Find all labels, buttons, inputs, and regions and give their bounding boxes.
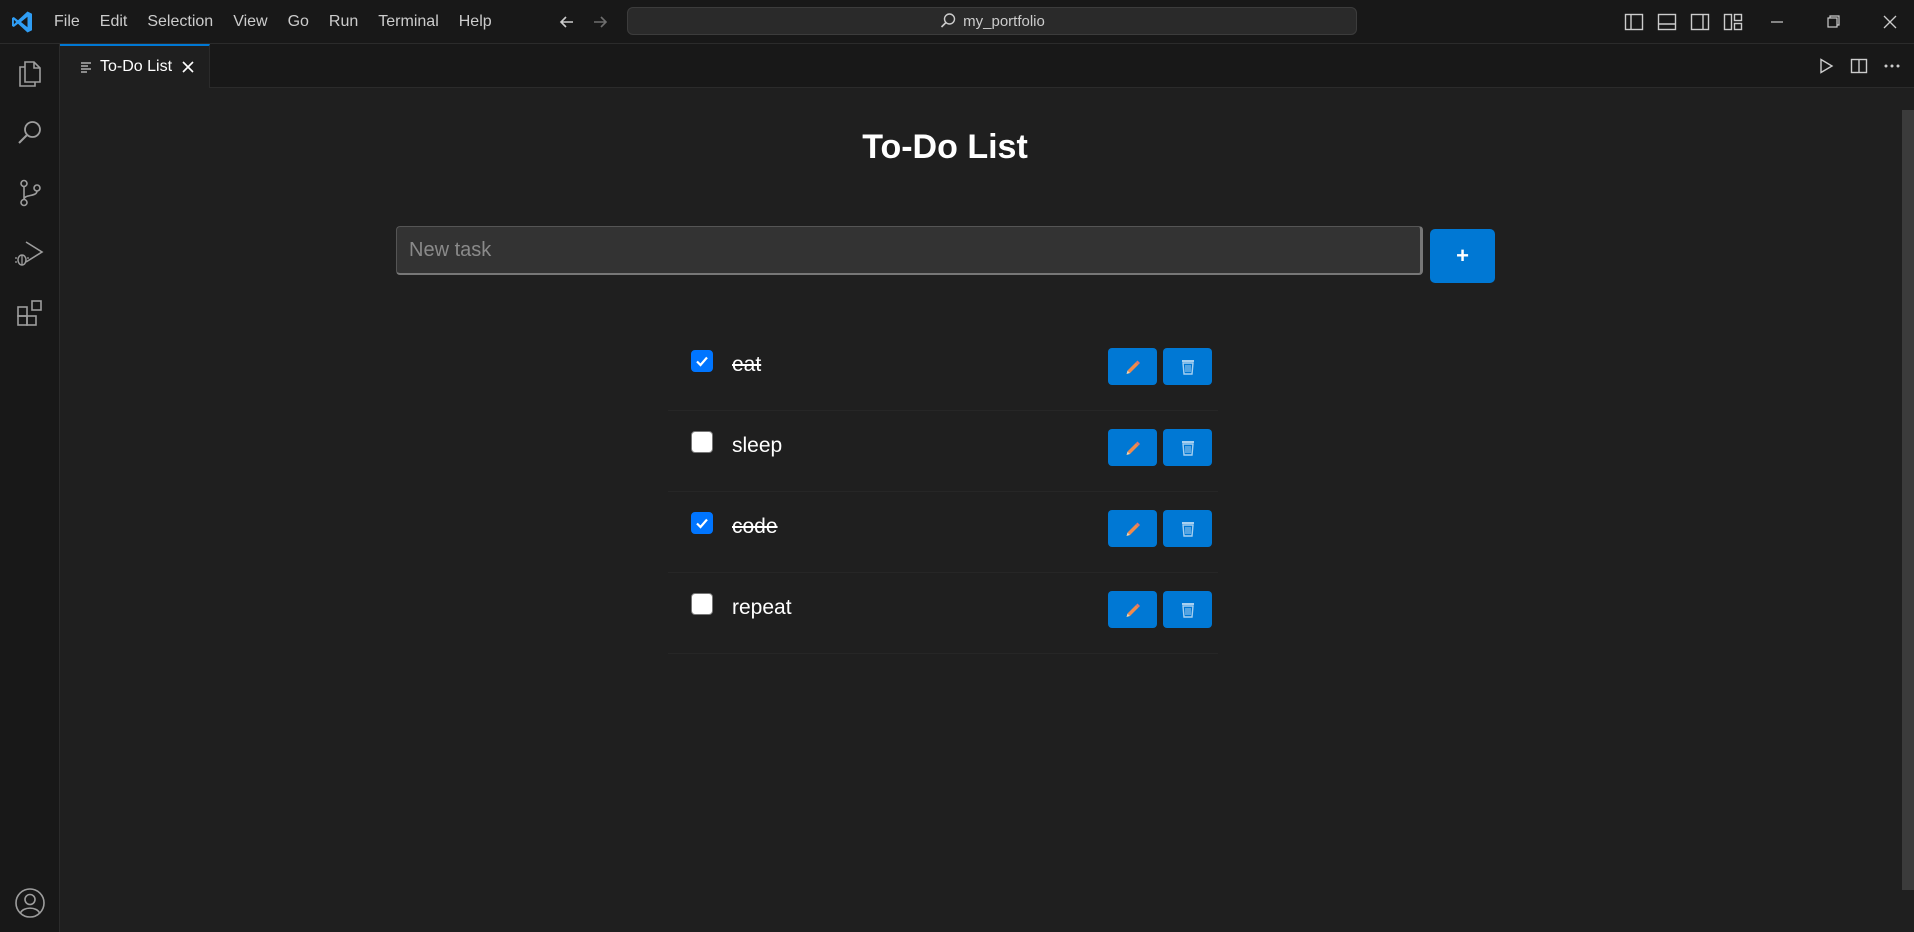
menu-go[interactable]: Go	[278, 0, 319, 44]
toggle-secondary-sidebar-icon[interactable]	[1689, 11, 1711, 33]
more-actions-icon[interactable]	[1882, 56, 1902, 76]
task-row: repeat	[668, 573, 1218, 654]
task-checkbox[interactable]	[691, 512, 713, 534]
task-row: code	[668, 492, 1218, 573]
extensions-icon[interactable]	[13, 296, 47, 330]
toggle-panel-icon[interactable]	[1656, 11, 1678, 33]
menu-terminal[interactable]: Terminal	[368, 0, 448, 44]
new-task-input[interactable]	[396, 226, 1423, 275]
page-title: To-Do List	[862, 128, 1028, 166]
back-arrow-icon[interactable]	[557, 12, 577, 32]
menu-view[interactable]: View	[223, 0, 277, 44]
task-checkbox[interactable]	[691, 593, 713, 615]
delete-task-button[interactable]	[1163, 348, 1212, 385]
task-text: repeat	[732, 596, 792, 619]
edit-task-button[interactable]	[1108, 591, 1157, 628]
task-text: sleep	[732, 434, 783, 457]
menu-help[interactable]: Help	[449, 0, 502, 44]
wastebasket-icon	[1181, 440, 1194, 456]
vscode-logo-icon[interactable]	[10, 10, 34, 34]
wastebasket-icon	[1181, 602, 1194, 618]
customize-layout-icon[interactable]	[1722, 11, 1744, 33]
toggle-primary-sidebar-icon[interactable]	[1623, 11, 1645, 33]
task-text: code	[732, 515, 778, 538]
activity-bar	[0, 44, 60, 932]
delete-task-button[interactable]	[1163, 591, 1212, 628]
wastebasket-icon	[1181, 521, 1194, 537]
close-icon[interactable]	[180, 59, 196, 75]
pencil-icon	[1126, 603, 1140, 617]
tab-label: To-Do List	[100, 58, 173, 75]
title-bar: File Edit Selection View Go Run Terminal…	[0, 0, 1914, 44]
task-list: eat sleep code repeat	[668, 330, 1218, 654]
run-debug-icon[interactable]	[13, 236, 47, 270]
close-window-icon[interactable]	[1879, 11, 1901, 33]
command-center-label: my_portfolio	[963, 12, 1045, 30]
preview-icon	[81, 62, 91, 73]
split-editor-icon[interactable]	[1849, 56, 1869, 76]
task-checkbox[interactable]	[691, 350, 713, 372]
menu-file[interactable]: File	[44, 0, 90, 44]
task-text: eat	[732, 353, 762, 376]
restore-icon[interactable]	[1822, 11, 1844, 33]
minimize-icon[interactable]	[1766, 11, 1788, 33]
source-control-icon[interactable]	[13, 176, 47, 210]
edit-task-button[interactable]	[1108, 348, 1157, 385]
menu-edit[interactable]: Edit	[90, 0, 138, 44]
menu-run[interactable]: Run	[319, 0, 368, 44]
pencil-icon	[1126, 522, 1140, 536]
run-icon[interactable]	[1816, 56, 1836, 76]
task-checkbox[interactable]	[691, 431, 713, 453]
edit-task-button[interactable]	[1108, 510, 1157, 547]
editor-scrollbar[interactable]	[1902, 110, 1914, 890]
command-center-search[interactable]: my_portfolio	[627, 7, 1357, 35]
menu-bar: File Edit Selection View Go Run Terminal…	[44, 0, 502, 44]
pencil-icon	[1126, 441, 1140, 455]
pencil-icon	[1126, 360, 1140, 374]
tab-bar: To-Do List	[60, 44, 1914, 88]
account-icon[interactable]	[13, 886, 47, 920]
menu-selection[interactable]: Selection	[137, 0, 223, 44]
edit-task-button[interactable]	[1108, 429, 1157, 466]
wastebasket-icon	[1181, 359, 1194, 375]
delete-task-button[interactable]	[1163, 510, 1212, 547]
task-row: sleep	[668, 411, 1218, 492]
explorer-icon[interactable]	[13, 56, 47, 90]
search-icon	[941, 13, 956, 28]
delete-task-button[interactable]	[1163, 429, 1212, 466]
forward-arrow-icon[interactable]	[590, 12, 610, 32]
tab-todo-list[interactable]: To-Do List	[60, 44, 210, 88]
add-task-button[interactable]: +	[1430, 229, 1495, 283]
task-row: eat	[668, 330, 1218, 411]
